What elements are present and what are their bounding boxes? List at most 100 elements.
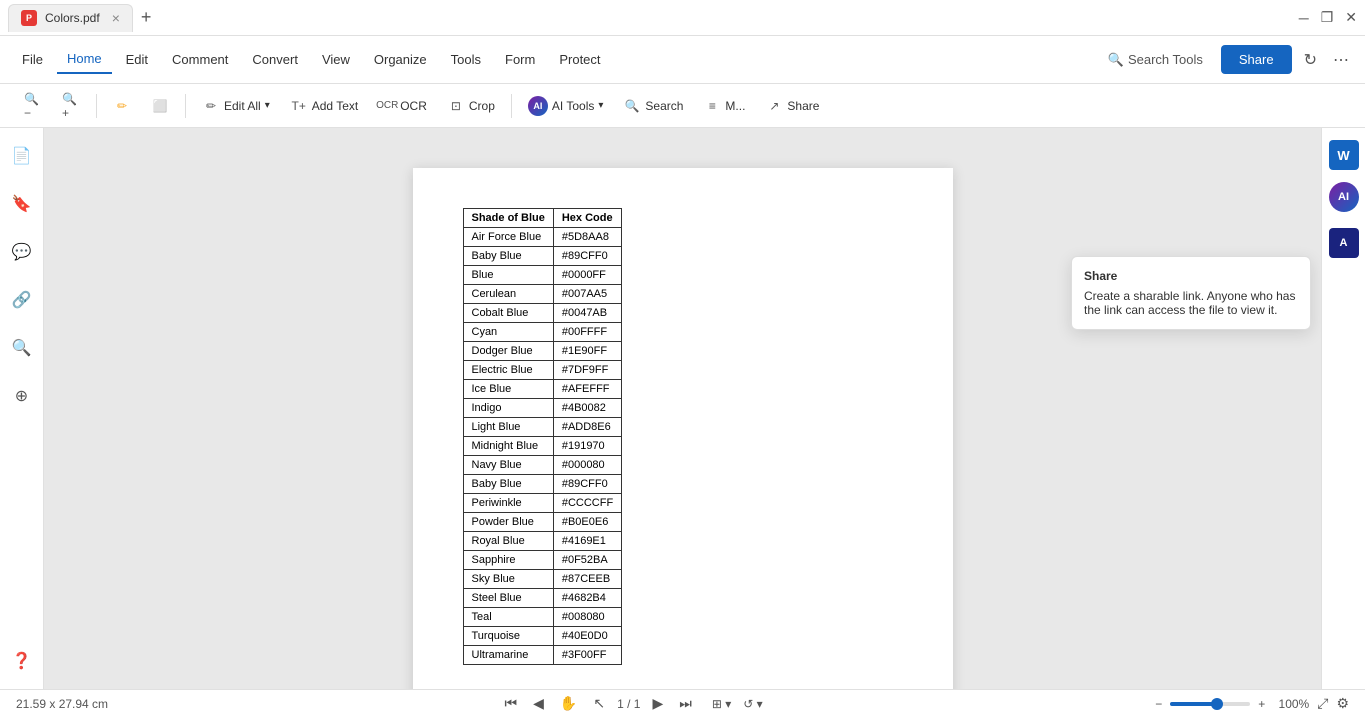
menu-convert[interactable]: Convert xyxy=(242,46,308,73)
sidebar-comment-icon[interactable]: 💬 xyxy=(6,236,38,268)
select-tool[interactable]: ↖ xyxy=(593,695,605,712)
table-row: Electric Blue#7DF9FF xyxy=(463,361,622,380)
highlight-icon: ✏ xyxy=(113,97,131,115)
cell-shade-name: Periwinkle xyxy=(463,494,553,513)
highlight-button[interactable]: ✏ xyxy=(105,92,139,120)
menu-tools[interactable]: Tools xyxy=(441,46,491,73)
word-icon-blue[interactable]: W xyxy=(1329,140,1359,170)
pdf-page: Shade of Blue Hex Code Air Force Blue#5D… xyxy=(413,168,953,689)
table-row: Cobalt Blue#0047AB xyxy=(463,304,622,323)
cell-shade-name: Cyan xyxy=(463,323,553,342)
sidebar-bookmark-icon[interactable]: 🔖 xyxy=(6,188,38,220)
add-text-button[interactable]: T+ Add Text xyxy=(282,92,366,120)
ai-sidebar-icon[interactable]: AI xyxy=(1329,182,1359,212)
menu-organize[interactable]: Organize xyxy=(364,46,437,73)
toolbar-share-label: Share xyxy=(787,99,819,113)
menu-edit[interactable]: Edit xyxy=(116,46,158,73)
table-row: Baby Blue#89CFF0 xyxy=(463,247,622,266)
tab-close-button[interactable]: × xyxy=(112,10,120,26)
next-page-button[interactable]: ▶ xyxy=(648,693,667,714)
sidebar-layers-icon[interactable]: ⊕ xyxy=(6,380,38,412)
search-label: Search xyxy=(645,99,683,113)
toolbar-sep-1 xyxy=(96,94,97,118)
zoom-in-button[interactable]: 🔍+ xyxy=(54,92,88,120)
menu-form[interactable]: Form xyxy=(495,46,545,73)
restore-button[interactable]: ❐ xyxy=(1321,9,1334,26)
prev-page-button[interactable]: ◀ xyxy=(529,693,548,714)
cell-hex-code: #89CFF0 xyxy=(553,247,621,266)
table-row: Blue#0000FF xyxy=(463,266,622,285)
table-row: Light Blue#ADD8E6 xyxy=(463,418,622,437)
cell-hex-code: #4682B4 xyxy=(553,589,621,608)
current-page: 1 xyxy=(617,697,624,711)
word-icon-dark[interactable]: A xyxy=(1329,228,1359,258)
table-row: Steel Blue#4682B4 xyxy=(463,589,622,608)
crop-button[interactable]: ⊡ Crop xyxy=(439,92,503,120)
zoom-slider[interactable] xyxy=(1170,702,1250,706)
cell-shade-name: Dodger Blue xyxy=(463,342,553,361)
ai-tools-chevron: ▾ xyxy=(598,100,603,111)
toolbar-share-button[interactable]: ↗ Share xyxy=(757,92,827,120)
cell-hex-code: #0F52BA xyxy=(553,551,621,570)
more-toolbar-button[interactable]: ≡ M... xyxy=(695,92,753,120)
ocr-button[interactable]: OCR OCR xyxy=(370,92,435,120)
menu-bar: File Home Edit Comment Convert View Orga… xyxy=(0,36,1365,84)
pdf-content-area: Shade of Blue Hex Code Air Force Blue#5D… xyxy=(44,128,1321,689)
fullscreen-button[interactable]: ⤢ xyxy=(1317,695,1328,712)
add-tab-button[interactable]: + xyxy=(141,7,152,28)
more-options-button[interactable]: ⋯ xyxy=(1329,46,1353,74)
menu-home[interactable]: Home xyxy=(57,45,112,74)
ai-tools-label: AI Tools xyxy=(552,99,594,113)
title-bar: P Colors.pdf × + ─ ❐ ✕ xyxy=(0,0,1365,36)
zoom-out-status-button[interactable]: − xyxy=(1155,697,1162,711)
cell-shade-name: Cerulean xyxy=(463,285,553,304)
menu-protect[interactable]: Protect xyxy=(549,46,610,73)
view-mode-button[interactable]: ⊞ ▾ xyxy=(712,697,731,711)
cell-hex-code: #AFEFFF xyxy=(553,380,621,399)
search-tools-label: Search Tools xyxy=(1128,52,1203,67)
edit-all-button[interactable]: ✏ Edit All ▾ xyxy=(194,92,278,120)
sidebar-link-icon[interactable]: 🔗 xyxy=(6,284,38,316)
menu-comment[interactable]: Comment xyxy=(162,46,238,73)
cell-hex-code: #40E0D0 xyxy=(553,627,621,646)
pdf-tab[interactable]: P Colors.pdf × xyxy=(8,4,133,32)
zoom-level: 100% xyxy=(1273,697,1309,711)
ocr-icon: OCR xyxy=(378,97,396,115)
cell-shade-name: Indigo xyxy=(463,399,553,418)
selection-icon: ⬜ xyxy=(151,97,169,115)
last-page-button[interactable]: ⏭ xyxy=(675,693,696,714)
settings-button[interactable]: ⚙ xyxy=(1336,695,1349,712)
menu-file[interactable]: File xyxy=(12,46,53,73)
toolbar-share-icon: ↗ xyxy=(765,97,783,115)
ai-tools-button[interactable]: AI AI Tools ▾ xyxy=(520,91,612,121)
search-tools-button[interactable]: 🔍 Search Tools xyxy=(1098,46,1213,74)
zoom-in-status-button[interactable]: + xyxy=(1258,697,1265,711)
cell-hex-code: #3F00FF xyxy=(553,646,621,665)
page-indicator: 1 / 1 xyxy=(617,697,640,711)
rotate-button[interactable]: ↺ ▾ xyxy=(743,697,762,711)
share-button[interactable]: Share xyxy=(1221,45,1292,74)
sidebar-help-icon[interactable]: ❓ xyxy=(6,645,38,677)
menu-view[interactable]: View xyxy=(312,46,360,73)
refresh-button[interactable]: ↻ xyxy=(1300,46,1321,74)
cell-hex-code: #CCCCFF xyxy=(553,494,621,513)
sidebar-thumbnail-icon[interactable]: 📄 xyxy=(6,140,38,172)
table-row: Indigo#4B0082 xyxy=(463,399,622,418)
minimize-button[interactable]: ─ xyxy=(1299,10,1309,26)
table-row: Navy Blue#000080 xyxy=(463,456,622,475)
add-text-label: Add Text xyxy=(312,99,358,113)
cell-hex-code: #0047AB xyxy=(553,304,621,323)
first-page-button[interactable]: ⏮ xyxy=(501,693,522,714)
search-button[interactable]: 🔍 Search xyxy=(615,92,691,120)
selection-button[interactable]: ⬜ xyxy=(143,92,177,120)
table-row: Royal Blue#4169E1 xyxy=(463,532,622,551)
sidebar-search-icon[interactable]: 🔍 xyxy=(6,332,38,364)
close-window-button[interactable]: ✕ xyxy=(1345,9,1357,26)
table-row: Teal#008080 xyxy=(463,608,622,627)
zoom-out-icon: 🔍− xyxy=(24,97,42,115)
cell-shade-name: Cobalt Blue xyxy=(463,304,553,323)
zoom-out-button[interactable]: 🔍− xyxy=(16,92,50,120)
cell-shade-name: Blue xyxy=(463,266,553,285)
table-row: Ultramarine#3F00FF xyxy=(463,646,622,665)
hand-tool[interactable]: ✋ xyxy=(560,695,577,712)
